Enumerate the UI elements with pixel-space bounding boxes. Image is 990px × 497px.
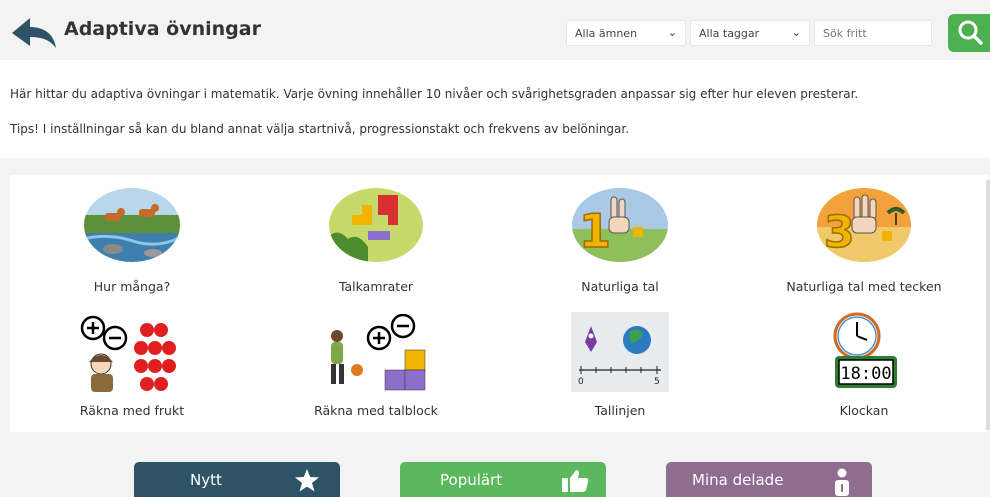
clock-image: 18:00 xyxy=(833,312,897,388)
subject-filter-select[interactable]: Alla ämnen ⌄ xyxy=(566,20,686,46)
tab-nytt[interactable]: Nytt xyxy=(134,462,340,497)
back-arrow-icon[interactable] xyxy=(10,16,58,50)
exercise-label: Klockan xyxy=(839,403,889,418)
animals-river-image xyxy=(84,188,180,262)
info-text-line2: Tips! I inställningar så kan du bland an… xyxy=(10,122,630,136)
info-panel: Här hittar du adaptiva övningar i matema… xyxy=(0,60,990,158)
digital-clock-time: 18:00 xyxy=(840,364,891,384)
exercise-label: Talkamrater xyxy=(338,279,414,294)
chevron-down-icon: ⌄ xyxy=(667,26,677,39)
exercise-label: Hur många? xyxy=(93,279,171,294)
exercise-tile-hur-manga[interactable]: Hur många? xyxy=(10,175,254,305)
tag-filter-value: Alla taggar xyxy=(699,27,760,40)
exercise-label: Naturliga tal med tecken xyxy=(786,279,942,294)
chevron-down-icon: ⌄ xyxy=(791,26,801,39)
exercise-label: Räkna med talblock xyxy=(314,403,438,418)
block-math-image xyxy=(331,314,426,391)
exercise-tile-tallinjen[interactable]: 0 5 Tallinjen xyxy=(498,307,742,432)
search-placeholder: Sök fritt xyxy=(823,27,867,40)
thumbs-up-icon xyxy=(562,470,589,492)
number-line-image: 0 5 xyxy=(571,312,669,392)
number-three-hand-image: 3 xyxy=(817,188,911,262)
exercise-tile-talkamrater[interactable]: Talkamrater xyxy=(254,175,498,305)
tag-filter-select[interactable]: Alla taggar ⌄ xyxy=(690,20,810,46)
page-title: Adaptiva övningar xyxy=(64,18,261,40)
info-text-line1: Här hittar du adaptiva övningar i matema… xyxy=(10,87,859,101)
svg-text:3: 3 xyxy=(824,207,855,258)
tab-nytt-label: Nytt xyxy=(190,471,222,489)
number-line-end: 5 xyxy=(654,377,660,387)
exercise-label: Naturliga tal xyxy=(581,279,659,294)
number-one-hand-image: 1 xyxy=(572,188,668,262)
number-blocks-image xyxy=(329,188,423,262)
fruit-math-image xyxy=(80,315,176,392)
tab-mina-delade-label: Mina delade xyxy=(692,471,784,489)
search-icon xyxy=(958,20,983,45)
subject-filter-value: Alla ämnen xyxy=(575,27,638,40)
exercise-grid: Hur många? Talkamrater 1 Naturliga tal 3… xyxy=(10,175,988,432)
exercise-label: Räkna med frukt xyxy=(79,403,185,418)
exercise-tile-klockan[interactable]: 18:00 Klockan xyxy=(742,307,986,432)
exercise-tile-rakna-med-frukt[interactable]: Räkna med frukt xyxy=(10,307,254,432)
tab-mina-delade[interactable]: Mina delade xyxy=(666,462,872,497)
tab-populart-label: Populärt xyxy=(440,471,503,489)
person-icon xyxy=(835,468,849,496)
search-input[interactable]: Sök fritt xyxy=(814,20,932,46)
star-icon xyxy=(295,469,319,492)
svg-text:1: 1 xyxy=(579,204,611,258)
exercise-tile-naturliga-tal[interactable]: 1 Naturliga tal xyxy=(498,175,742,305)
exercise-label: Tallinjen xyxy=(594,403,646,418)
tab-populart[interactable]: Populärt xyxy=(400,462,606,497)
scrollbar[interactable] xyxy=(986,180,990,430)
exercise-tile-rakna-med-talblock[interactable]: Räkna med talblock xyxy=(254,307,498,432)
search-button[interactable] xyxy=(948,14,990,52)
number-line-start: 0 xyxy=(578,377,584,387)
exercise-tile-naturliga-tal-med-tecken[interactable]: 3 Naturliga tal med tecken xyxy=(742,175,986,305)
